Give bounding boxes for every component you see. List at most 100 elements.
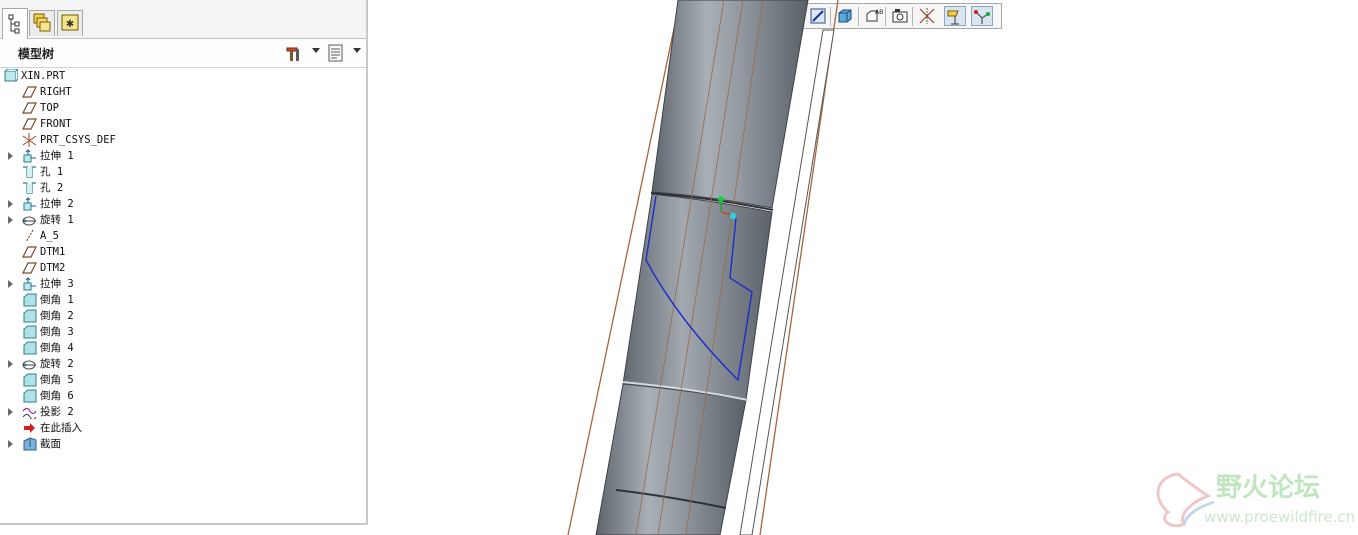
tree-item[interactable]: 拉伸 2 xyxy=(0,196,360,212)
tree-item[interactable]: PRT_CSYS_DEF xyxy=(0,132,360,148)
csys-origin-point xyxy=(729,212,737,220)
datum-plane-icon xyxy=(22,102,37,114)
expand-arrow-icon[interactable] xyxy=(8,360,13,368)
layers-icon xyxy=(33,13,51,32)
middle-cylinder xyxy=(622,193,773,401)
datum-axis-icon xyxy=(25,229,34,243)
tab-layers[interactable] xyxy=(29,10,55,36)
watermark-title: 野火论坛 xyxy=(1216,473,1320,503)
model-tree-icon xyxy=(8,14,20,34)
projection-icon xyxy=(22,407,37,419)
tree-item-label: 拉伸 2 xyxy=(40,198,74,210)
tools-icon xyxy=(286,47,299,61)
tree-item-label: 旋转 2 xyxy=(40,358,74,370)
upper-cylinder xyxy=(651,0,809,209)
tree-item-label: DTM1 xyxy=(40,246,66,258)
panel-tab-bar: ✱ xyxy=(0,0,366,39)
tree-item-label: 倒角 2 xyxy=(40,310,74,322)
tree-item[interactable]: 倒角 5 xyxy=(0,372,360,388)
revolve-icon xyxy=(22,360,36,370)
tree-item[interactable]: 倒角 6 xyxy=(0,388,360,404)
tree-item[interactable]: 倒角 4 xyxy=(0,340,360,356)
tree-item-label: 投影 2 xyxy=(40,406,74,418)
expand-arrow-icon[interactable] xyxy=(8,200,13,208)
show-button[interactable] xyxy=(326,43,346,63)
hole-icon xyxy=(23,166,36,178)
tree-item-label: 倒角 3 xyxy=(40,326,74,338)
extrude-icon xyxy=(23,149,36,163)
tree-item-label: 倒角 4 xyxy=(40,342,74,354)
tree-item-label: XIN.PRT xyxy=(21,70,66,82)
tree-item[interactable]: 倒角 3 xyxy=(0,324,360,340)
expand-arrow-icon[interactable] xyxy=(8,216,13,224)
tree-item-label: 截面 xyxy=(40,438,61,450)
tree-item-label: 旋转 1 xyxy=(40,214,74,226)
tab-model-tree[interactable] xyxy=(2,8,28,39)
model-tree-panel: ✱ 模型树 XIN.PRT RIGHT TOP FRONT PRT_CSYS_DEF 拉伸… xyxy=(0,0,368,525)
chamfer-icon xyxy=(23,325,37,339)
watermark-logo: 野火论坛 www.proewildfire.cn xyxy=(1156,472,1355,528)
tree-item-label: FRONT xyxy=(40,118,72,130)
csys-y-point xyxy=(718,196,724,202)
settings-button[interactable] xyxy=(284,43,304,63)
tree-item[interactable]: 倒角 1 xyxy=(0,292,360,308)
tree-item[interactable]: 倒角 2 xyxy=(0,308,360,324)
datum-plane-icon xyxy=(22,118,37,130)
chamfer-icon xyxy=(23,389,37,403)
tree-item-label: PRT_CSYS_DEF xyxy=(40,134,116,146)
expand-arrow-icon[interactable] xyxy=(8,152,13,160)
chamfer-icon xyxy=(23,341,37,355)
tree-item-label: 孔 1 xyxy=(40,166,64,178)
tree-item[interactable]: DTM1 xyxy=(0,244,360,260)
csys-icon xyxy=(22,133,37,147)
tree-item[interactable]: 旋转 2 xyxy=(0,356,360,372)
chamfer-icon xyxy=(23,373,37,387)
revolve-icon xyxy=(22,216,36,226)
expand-arrow-icon[interactable] xyxy=(8,440,13,448)
tree-item[interactable]: FRONT xyxy=(0,116,360,132)
extrude-icon xyxy=(23,277,36,291)
expand-arrow-icon[interactable] xyxy=(8,408,13,416)
tree-item[interactable]: 拉伸 1 xyxy=(0,148,360,164)
tree-item[interactable]: DTM2 xyxy=(0,260,360,276)
tree-item[interactable]: XIN.PRT xyxy=(0,68,360,84)
tree-item[interactable]: 旋转 1 xyxy=(0,212,360,228)
tree-item[interactable]: RIGHT xyxy=(0,84,360,100)
graphics-viewport[interactable] xyxy=(368,0,1358,535)
tree-item-label: 倒角 6 xyxy=(40,390,74,402)
datum-plane-icon xyxy=(22,86,37,98)
tree-item[interactable]: 拉伸 3 xyxy=(0,276,360,292)
tab-favorites[interactable]: ✱ xyxy=(57,10,83,36)
tree-item-label: TOP xyxy=(40,102,59,114)
tree-item[interactable]: 截面 xyxy=(0,436,360,452)
tree-header: 模型树 xyxy=(0,40,366,68)
tree-item[interactable]: 孔 2 xyxy=(0,180,360,196)
tree-item[interactable]: 孔 1 xyxy=(0,164,360,180)
tree-item[interactable]: TOP xyxy=(0,100,360,116)
tree-item[interactable]: 在此插入 xyxy=(0,420,360,436)
tree-title: 模型树 xyxy=(18,47,55,61)
tree-item-label: DTM2 xyxy=(40,262,66,274)
tree-item-label: RIGHT xyxy=(40,86,72,98)
favorites-icon: ✱ xyxy=(61,14,79,31)
chamfer-icon xyxy=(23,309,37,323)
insert-here-icon xyxy=(24,423,35,433)
expand-arrow-icon[interactable] xyxy=(8,280,13,288)
show-dropdown-arrow[interactable] xyxy=(353,48,361,53)
tree-item[interactable]: A_5 xyxy=(0,228,360,244)
hole-icon xyxy=(23,182,36,194)
lower-cylinder xyxy=(595,383,747,535)
extrude-icon xyxy=(23,197,36,211)
section-icon xyxy=(23,437,37,451)
tree-item-label: 拉伸 1 xyxy=(40,150,74,162)
list-icon xyxy=(328,44,343,62)
settings-dropdown-arrow[interactable] xyxy=(312,48,320,53)
tree-item-label: 倒角 1 xyxy=(40,294,74,306)
watermark-url: www.proewildfire.cn xyxy=(1204,508,1355,526)
tree-item-label: 孔 2 xyxy=(40,182,64,194)
tree-item-label: 在此插入 xyxy=(40,422,82,434)
tree-item-label: A_5 xyxy=(40,230,59,242)
tree-item[interactable]: 投影 2 xyxy=(0,404,360,420)
chamfer-icon xyxy=(23,293,37,307)
svg-text:✱: ✱ xyxy=(66,19,74,30)
